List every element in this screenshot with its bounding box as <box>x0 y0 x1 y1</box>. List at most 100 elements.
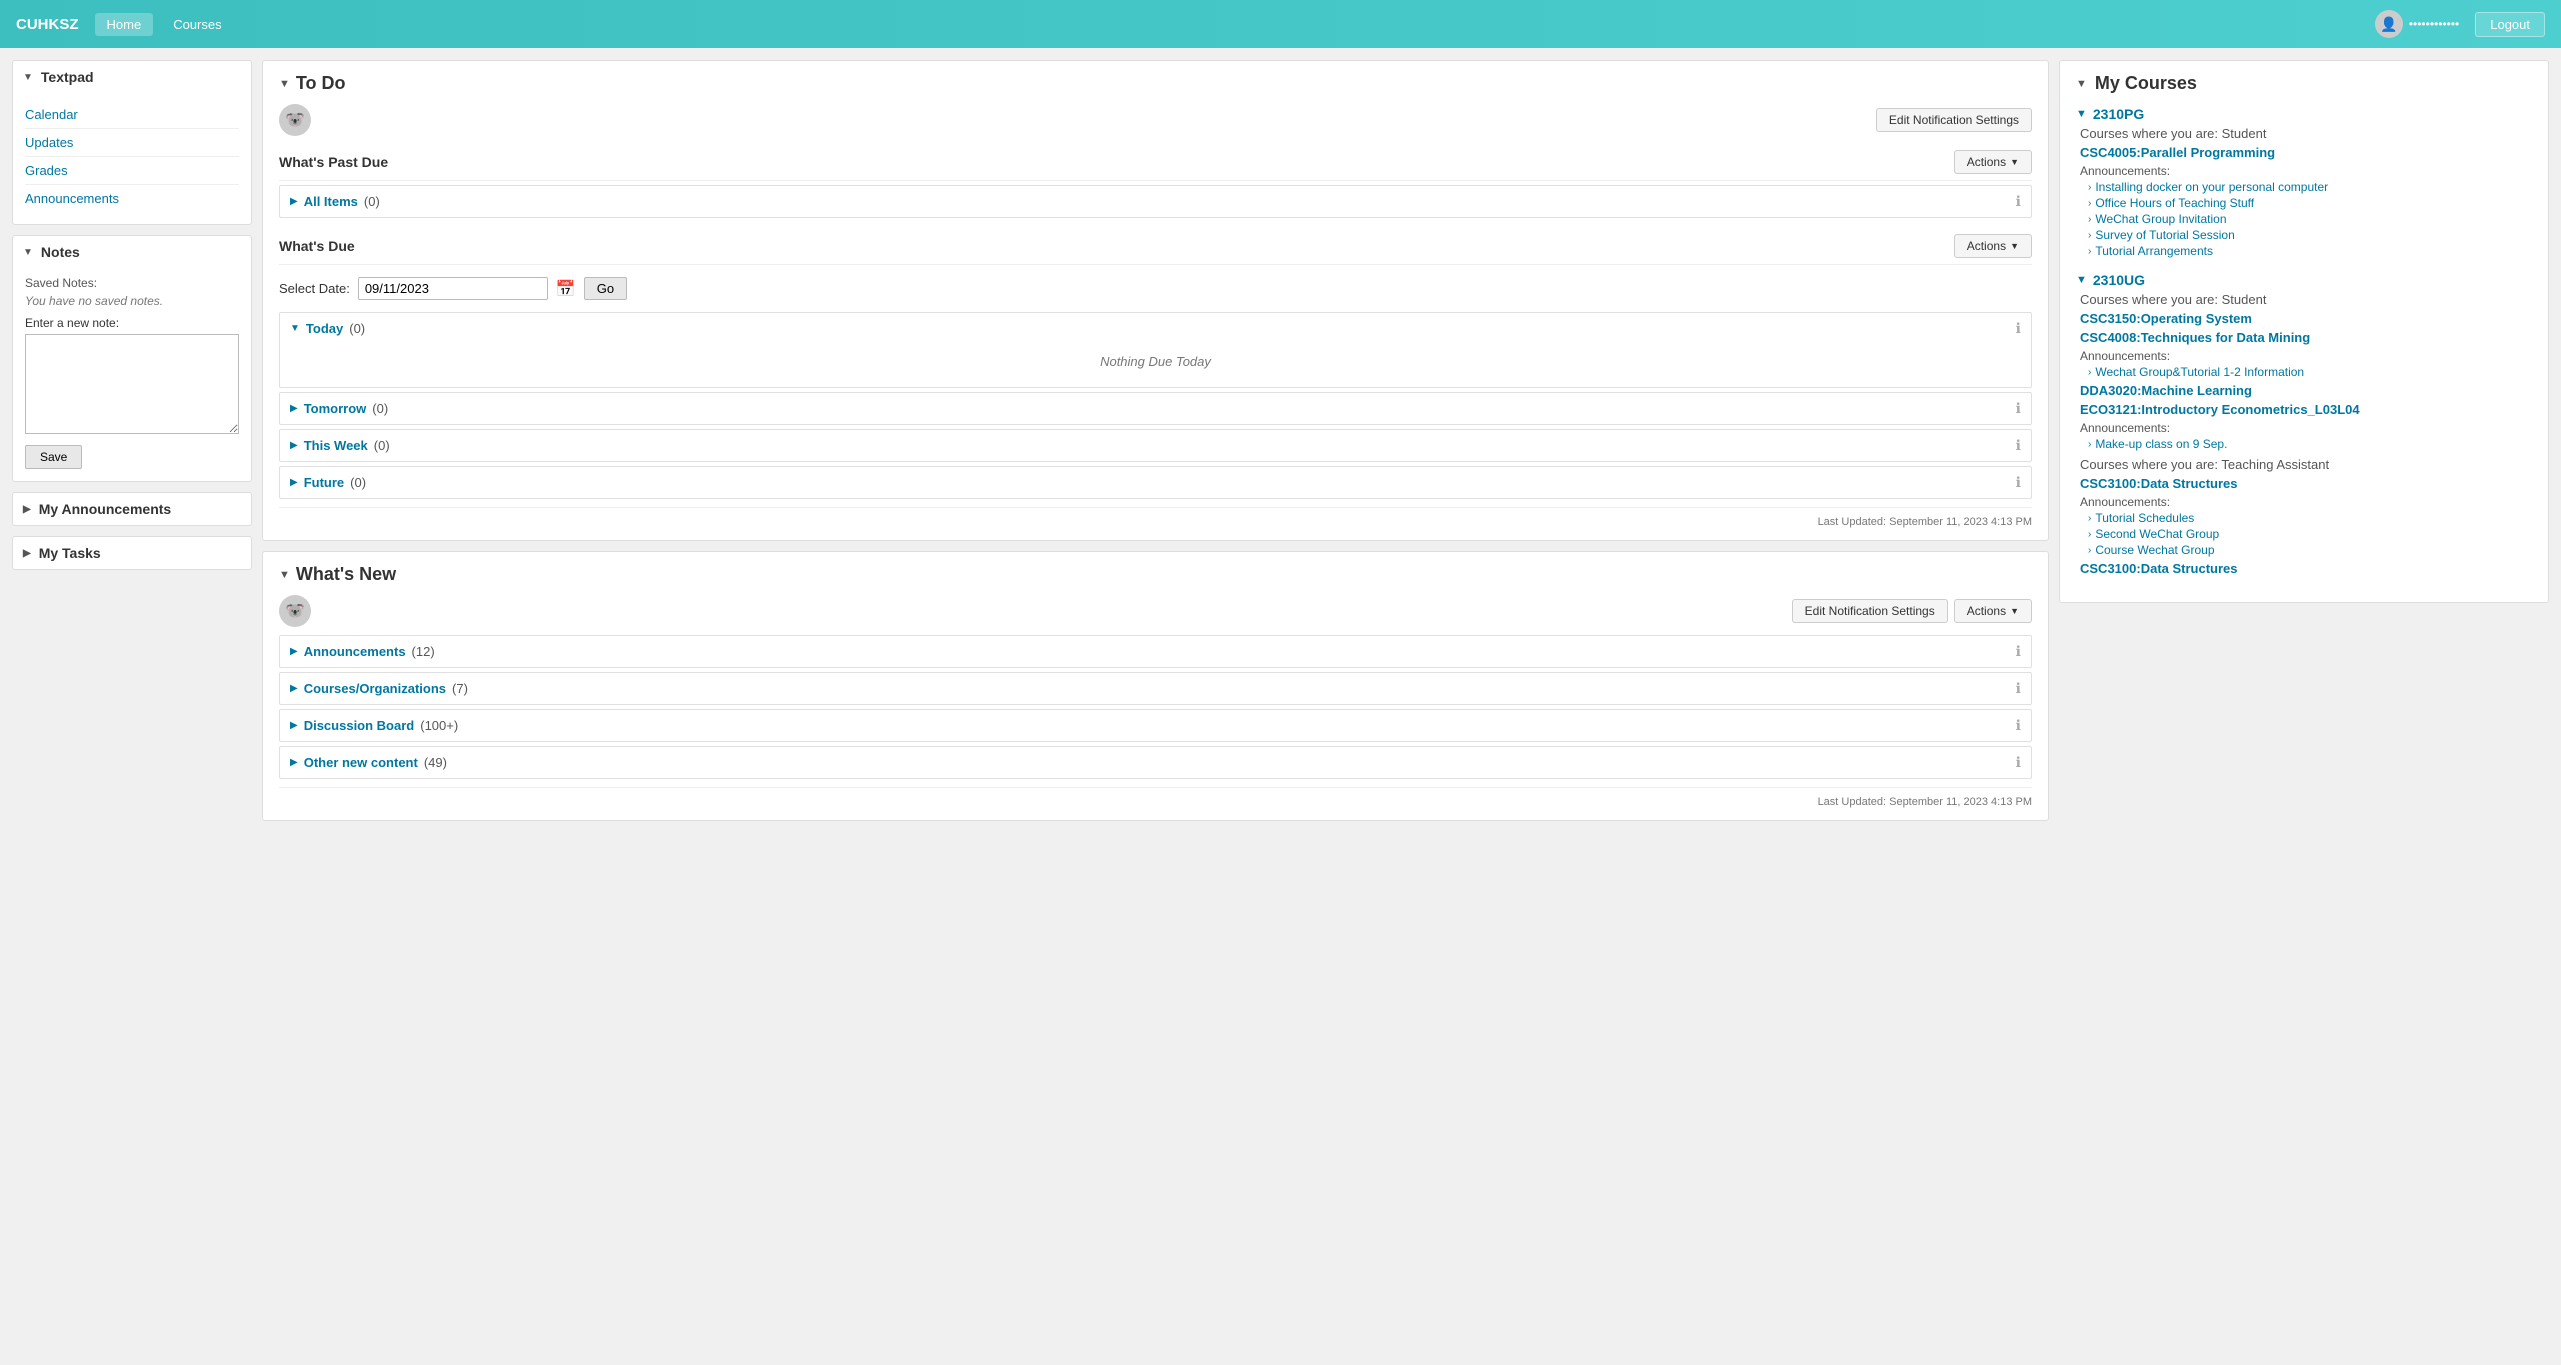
navbar-brand: CUHKSZ <box>16 16 79 33</box>
save-note-button[interactable]: Save <box>25 445 82 469</box>
calendar-icon[interactable]: 📅 <box>556 279 576 299</box>
navbar: CUHKSZ Home Courses 👤 •••••••••••• Logou… <box>0 0 2561 48</box>
my-announcements-header[interactable]: ▶ My Announcements <box>13 493 251 525</box>
csc3100-ta-link[interactable]: CSC3100:Data Structures <box>2076 476 2532 491</box>
ann-course-wechat-link[interactable]: Course Wechat Group <box>2095 543 2214 557</box>
wn-announcements-info-icon: ℹ <box>2016 643 2021 660</box>
2310pg-student-label: Courses where you are: Student <box>2076 126 2532 141</box>
notes-header[interactable]: ▼ Notes <box>13 236 251 268</box>
this-week-link[interactable]: This Week <box>304 438 368 453</box>
wn-courses-link[interactable]: Courses/Organizations <box>304 681 446 696</box>
csc3150-link[interactable]: CSC3150:Operating System <box>2076 311 2532 326</box>
textpad-link-grades[interactable]: Grades <box>25 157 239 185</box>
wn-discussion-count: (100+) <box>420 718 458 733</box>
group-2310pg-name[interactable]: 2310PG <box>2093 106 2144 122</box>
future-link[interactable]: Future <box>304 475 344 490</box>
all-items-expand[interactable]: ▶ All Items (0) ℹ <box>280 186 2031 217</box>
my-tasks-header[interactable]: ▶ My Tasks <box>13 537 251 569</box>
today-link[interactable]: Today <box>306 321 343 336</box>
nav-courses[interactable]: Courses <box>161 13 233 36</box>
wn-other-row: ▶ Other new content (49) ℹ <box>279 746 2032 779</box>
ann-wechat-tut-link[interactable]: Wechat Group&Tutorial 1-2 Information <box>2095 365 2304 379</box>
group-2310ug-name[interactable]: 2310UG <box>2093 272 2145 288</box>
future-row[interactable]: ▶ Future (0) ℹ <box>280 467 2031 498</box>
user-display: •••••••••••• <box>2409 17 2459 31</box>
past-due-actions-chevron: ▼ <box>2010 157 2019 167</box>
wn-courses-expand[interactable]: ▶ Courses/Organizations (7) ℹ <box>280 673 2031 704</box>
go-button[interactable]: Go <box>584 277 627 300</box>
wn-other-expand[interactable]: ▶ Other new content (49) ℹ <box>280 747 2031 778</box>
center-content: ▼ To Do 🐨 Edit Notification Settings Wha… <box>262 60 2049 821</box>
todo-panel: ▼ To Do 🐨 Edit Notification Settings Wha… <box>262 60 2049 541</box>
whats-new-edit-notification-button[interactable]: Edit Notification Settings <box>1792 599 1948 623</box>
csc4005-link[interactable]: CSC4005:Parallel Programming <box>2076 145 2532 160</box>
future-left: ▶ Future (0) <box>290 475 366 490</box>
today-count: (0) <box>349 321 365 336</box>
notes-collapse-icon: ▼ <box>23 247 33 258</box>
ann-second-wechat: › Second WeChat Group <box>2076 527 2532 541</box>
ann-wechat-inv-link[interactable]: WeChat Group Invitation <box>2095 212 2226 226</box>
my-courses-title: My Courses <box>2095 73 2197 94</box>
ann-wechat-inv: › WeChat Group Invitation <box>2076 212 2532 226</box>
ann-second-wechat-link[interactable]: Second WeChat Group <box>2095 527 2219 541</box>
wn-discussion-link[interactable]: Discussion Board <box>304 718 415 733</box>
logout-button[interactable]: Logout <box>2475 12 2545 37</box>
whats-due-actions-button[interactable]: Actions ▼ <box>1954 234 2032 258</box>
all-items-info-icon: ℹ <box>2016 193 2021 210</box>
wn-announcements-link[interactable]: Announcements <box>304 644 406 659</box>
tomorrow-count: (0) <box>372 401 388 416</box>
tomorrow-link[interactable]: Tomorrow <box>304 401 367 416</box>
future-chevron: ▶ <box>290 477 298 488</box>
tomorrow-info-icon: ℹ <box>2016 400 2021 417</box>
nav-home[interactable]: Home <box>95 13 154 36</box>
future-info-icon: ℹ <box>2016 474 2021 491</box>
notes-textarea[interactable] <box>25 334 239 434</box>
textpad-link-calendar[interactable]: Calendar <box>25 101 239 129</box>
today-info-icon: ℹ <box>2016 320 2021 337</box>
tomorrow-row[interactable]: ▶ Tomorrow (0) ℹ <box>280 393 2031 424</box>
wn-other-info-icon: ℹ <box>2016 754 2021 771</box>
tomorrow-subsection: ▶ Tomorrow (0) ℹ <box>279 392 2032 425</box>
date-input[interactable] <box>358 277 548 300</box>
all-items-link[interactable]: All Items <box>304 194 358 209</box>
all-items-row: ▶ All Items (0) ℹ <box>279 185 2032 218</box>
ann-tutorial-arr-link[interactable]: Tutorial Arrangements <box>2095 244 2213 258</box>
ann-survey-link[interactable]: Survey of Tutorial Session <box>2095 228 2234 242</box>
textpad-link-updates[interactable]: Updates <box>25 129 239 157</box>
wn-announcements-left: ▶ Announcements (12) <box>290 644 435 659</box>
ann-office-hours-link[interactable]: Office Hours of Teaching Stuff <box>2095 196 2254 210</box>
textpad-link-announcements[interactable]: Announcements <box>25 185 239 212</box>
this-week-left: ▶ This Week (0) <box>290 438 390 453</box>
ann-course-wechat-chevron: › <box>2088 545 2091 556</box>
tomorrow-chevron: ▶ <box>290 403 298 414</box>
wn-announcements-expand[interactable]: ▶ Announcements (12) ℹ <box>280 636 2031 667</box>
eco3121-announcements-label: Announcements: <box>2076 421 2532 435</box>
my-tasks-title: My Tasks <box>39 545 101 561</box>
ann-tut-sched-link[interactable]: Tutorial Schedules <box>2095 511 2194 525</box>
this-week-chevron: ▶ <box>290 440 298 451</box>
todo-edit-notification-button[interactable]: Edit Notification Settings <box>1876 108 2032 132</box>
todo-title: To Do <box>296 73 346 94</box>
my-announcements-panel: ▶ My Announcements <box>12 492 252 526</box>
ann-tut-sched-chevron: › <box>2088 513 2091 524</box>
ann-docker-link[interactable]: Installing docker on your personal compu… <box>2095 180 2328 194</box>
whats-new-actions-button[interactable]: Actions ▼ <box>1954 599 2032 623</box>
this-week-row[interactable]: ▶ This Week (0) ℹ <box>280 430 2031 461</box>
csc3100-second-link[interactable]: CSC3100:Data Structures <box>2076 561 2532 576</box>
todo-last-updated: Last Updated: September 11, 2023 4:13 PM <box>279 507 2032 528</box>
ann-makeup-link[interactable]: Make-up class on 9 Sep. <box>2095 437 2227 451</box>
dda3020-link[interactable]: DDA3020:Machine Learning <box>2076 383 2532 398</box>
past-due-actions-button[interactable]: Actions ▼ <box>1954 150 2032 174</box>
this-week-subsection: ▶ This Week (0) ℹ <box>279 429 2032 462</box>
navbar-user: 👤 •••••••••••• <box>2375 10 2459 38</box>
wn-discussion-expand[interactable]: ▶ Discussion Board (100+) ℹ <box>280 710 2031 741</box>
group-2310ug-header: ▼ 2310UG <box>2076 272 2532 288</box>
today-row[interactable]: ▼ Today (0) ℹ <box>280 313 2031 344</box>
right-collapse-icon: ▼ <box>2076 78 2087 90</box>
ann-docker: › Installing docker on your personal com… <box>2076 180 2532 194</box>
csc4008-link[interactable]: CSC4008:Techniques for Data Mining <box>2076 330 2532 345</box>
eco3121-link[interactable]: ECO3121:Introductory Econometrics_L03L04 <box>2076 402 2532 417</box>
textpad-header[interactable]: ▼ Textpad <box>13 61 251 93</box>
wn-other-link[interactable]: Other new content <box>304 755 418 770</box>
past-due-section-header: What's Past Due Actions ▼ <box>279 144 2032 181</box>
